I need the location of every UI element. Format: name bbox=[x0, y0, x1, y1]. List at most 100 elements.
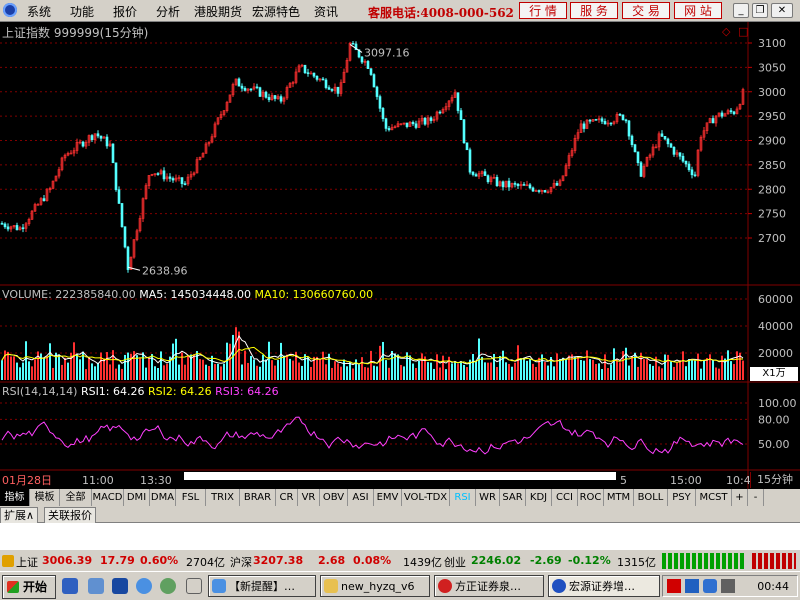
market-breadth-bar bbox=[662, 553, 746, 569]
volume-bar bbox=[502, 350, 504, 380]
indicator-tab-+[interactable]: + bbox=[732, 489, 748, 506]
restore-icon[interactable]: ❐ bbox=[752, 3, 768, 18]
candle-body bbox=[486, 175, 490, 183]
volume-bar bbox=[721, 355, 723, 380]
quicklaunch-more-icon[interactable] bbox=[186, 578, 202, 594]
time-axis-label: 01月28日 bbox=[2, 474, 52, 487]
indicator-tab-vol-tdx[interactable]: VOL-TDX bbox=[402, 489, 450, 506]
indicator-tab-wr[interactable]: WR bbox=[476, 489, 500, 506]
volume-bar bbox=[700, 368, 702, 380]
service-button[interactable]: 服 务 bbox=[570, 2, 618, 19]
indicator-tab-sar[interactable]: SAR bbox=[500, 489, 526, 506]
indicator-tab-boll[interactable]: BOLL bbox=[634, 489, 668, 506]
website-button[interactable]: 网 站 bbox=[674, 2, 722, 19]
volume-bar bbox=[76, 353, 78, 380]
related-quote-tab[interactable]: 关联报价 bbox=[44, 507, 96, 524]
volume-bar bbox=[589, 359, 591, 380]
candle-body bbox=[405, 122, 409, 127]
menu-function[interactable]: 功能 bbox=[70, 3, 94, 20]
task-new-reminder[interactable]: 【新提醒】… bbox=[208, 575, 316, 597]
volume-bar bbox=[16, 362, 18, 380]
network-icon[interactable] bbox=[667, 579, 681, 593]
diamond-icon[interactable]: ◇ bbox=[722, 25, 730, 38]
volume-bar bbox=[73, 342, 75, 380]
volume-bar bbox=[697, 353, 699, 380]
rsi-tick-label: 100.00 bbox=[758, 397, 797, 410]
menu-analysis[interactable]: 分析 bbox=[156, 3, 180, 20]
indicator-tab-trix[interactable]: TRIX bbox=[206, 489, 240, 506]
price-tick-label: 2950 bbox=[758, 110, 786, 123]
quicklaunch-ie-icon[interactable] bbox=[88, 578, 104, 594]
stock-chart[interactable]: 3100 3050 3000 2950 2900 2850 2800 2750 2700 3097… bbox=[0, 22, 800, 489]
volume-bar bbox=[124, 354, 126, 380]
indicator-tab-[interactable]: 指标 bbox=[0, 489, 30, 506]
square-icon[interactable]: □ bbox=[738, 25, 748, 38]
indicator-tab-roc[interactable]: ROC bbox=[578, 489, 604, 506]
indicator-tab-obv[interactable]: OBV bbox=[320, 489, 348, 506]
indicator-tab-psy[interactable]: PSY bbox=[668, 489, 696, 506]
indicator-tab-[interactable]: 全部 bbox=[60, 489, 92, 506]
task-founder-securities[interactable]: 方正证券泉… bbox=[434, 575, 544, 597]
period-label[interactable]: 15分钟 bbox=[750, 472, 799, 488]
indicator-tab-dmi[interactable]: DMI bbox=[124, 489, 150, 506]
task-hongyuan-securities[interactable]: 宏源证券增… bbox=[548, 575, 660, 597]
indicator-tab-kdj[interactable]: KDJ bbox=[526, 489, 552, 506]
close-icon[interactable]: ✕ bbox=[771, 3, 793, 18]
indicator-tab-emv[interactable]: EMV bbox=[374, 489, 402, 506]
start-button[interactable]: 开始 bbox=[2, 575, 56, 599]
indicator-tab-brar[interactable]: BRAR bbox=[240, 489, 276, 506]
candle-body bbox=[168, 176, 172, 179]
volume-bar bbox=[382, 341, 384, 380]
indicator-tab-fsl[interactable]: FSL bbox=[176, 489, 206, 506]
indicator-tab-mtm[interactable]: MTM bbox=[604, 489, 634, 506]
volume-bar bbox=[436, 354, 438, 380]
volume-bar bbox=[211, 355, 213, 380]
candle-body bbox=[330, 89, 334, 91]
indicator-tab-[interactable]: 模板 bbox=[30, 489, 60, 506]
quicklaunch-app-icon[interactable] bbox=[62, 578, 78, 594]
volume-bar bbox=[463, 364, 465, 380]
expand-tab[interactable]: 扩展∧ bbox=[0, 507, 39, 524]
indicator-tab-vr[interactable]: VR bbox=[298, 489, 320, 506]
volume-bar bbox=[613, 348, 615, 380]
menu-news[interactable]: 资讯 bbox=[314, 3, 338, 20]
indicator-tab-mcst[interactable]: MCST bbox=[696, 489, 732, 506]
monitor-icon[interactable] bbox=[685, 579, 699, 593]
trade-button[interactable]: 交 易 bbox=[622, 2, 670, 19]
volume-bar bbox=[514, 362, 516, 380]
candle-body bbox=[411, 121, 415, 125]
menu-system[interactable]: 系统 bbox=[27, 3, 51, 20]
candle-body bbox=[171, 178, 175, 181]
volume-bar bbox=[97, 362, 99, 380]
show-desktop-icon[interactable] bbox=[112, 578, 128, 594]
ie-icon bbox=[212, 579, 226, 593]
menu-hongyuan[interactable]: 宏源特色 bbox=[252, 3, 300, 20]
menu-hk-futures[interactable]: 港股期货 bbox=[194, 3, 242, 20]
quicklaunch-media-icon[interactable] bbox=[160, 578, 176, 594]
volume-bar bbox=[217, 363, 219, 380]
minimize-icon[interactable]: _ bbox=[733, 3, 749, 18]
quicklaunch-browser-icon[interactable] bbox=[136, 578, 152, 594]
volume-bar bbox=[580, 359, 582, 380]
app-logo-icon[interactable] bbox=[3, 3, 17, 17]
indicator-tab-asi[interactable]: ASI bbox=[348, 489, 374, 506]
menu-quote[interactable]: 报价 bbox=[113, 3, 137, 20]
indicator-tab-bar: 指标 模板 全部 MACD DMI DMA FSL TRIX BRAR CR VR OBV ASI EMV… bbox=[0, 489, 800, 506]
volume-bar bbox=[490, 362, 492, 380]
indicator-tab-macd[interactable]: MACD bbox=[92, 489, 124, 506]
quote-button[interactable]: 行 情 bbox=[519, 2, 567, 19]
indicator-tab-dma[interactable]: DMA bbox=[150, 489, 176, 506]
volume-bar bbox=[316, 356, 318, 380]
indicator-tab-cci[interactable]: CCI bbox=[552, 489, 578, 506]
shield-icon[interactable] bbox=[703, 579, 717, 593]
volume-bar bbox=[244, 350, 246, 380]
candle-body bbox=[459, 110, 463, 121]
volume-bar bbox=[259, 366, 261, 380]
indicator-tab-cr[interactable]: CR bbox=[276, 489, 298, 506]
task-new-hyzq[interactable]: new_hyzq_v6 bbox=[320, 575, 430, 597]
indicator-tab-rsi[interactable]: RSI bbox=[450, 489, 476, 506]
volume-bar bbox=[280, 342, 282, 380]
indicator-tab--[interactable]: - bbox=[748, 489, 764, 506]
volume-icon[interactable] bbox=[721, 579, 735, 593]
volume-bar bbox=[289, 358, 291, 380]
